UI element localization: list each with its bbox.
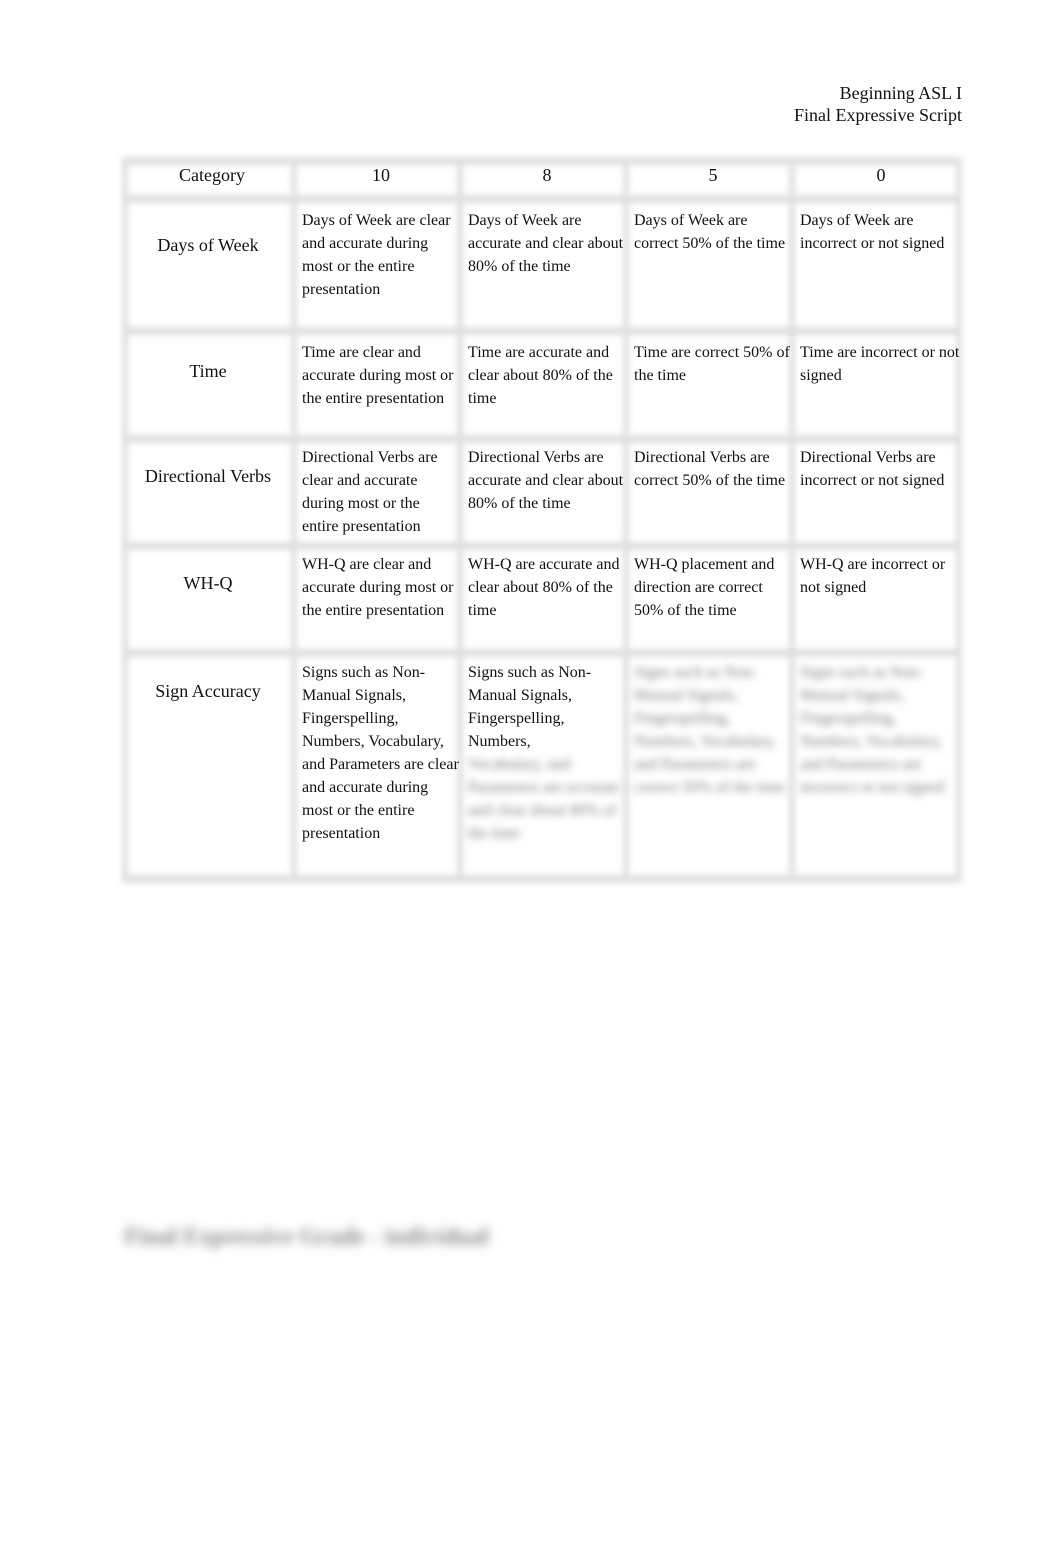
criteria-cell: Time are correct 50% of the time	[634, 344, 790, 384]
criteria-cell-obscured: Signs such as Non-Manual Signals, Finger…	[792, 657, 962, 885]
obscured-text: Signs such as Non-Manual Signals, Finger…	[800, 664, 945, 796]
criteria-cell: Days of Week are clear and accurate duri…	[302, 212, 451, 298]
criteria-cell: Days of Week are accurate and clear abou…	[468, 212, 624, 275]
criteria-cell: Directional Verbs are accurate and clear…	[468, 449, 624, 512]
column-header: Category	[179, 165, 245, 185]
category-cell: WH-Q	[183, 573, 233, 593]
table-row: WH-Q WH-Q are clear and accurate during …	[122, 549, 962, 657]
table-row: Sign Accuracy Signs such as Non-Manual S…	[122, 657, 962, 885]
column-header: 0	[876, 165, 886, 185]
criteria-cell: Days of Week are incorrect or not signed	[800, 212, 945, 252]
criteria-cell: Time are clear and accurate during most …	[302, 344, 454, 407]
category-cell: Sign Accuracy	[155, 681, 261, 701]
category-cell: Directional Verbs	[144, 466, 272, 486]
criteria-cell: Time are accurate and clear about 80% of…	[468, 344, 613, 407]
criteria-cell-partially-obscured: Signs such as Non-Manual Signals, Finger…	[460, 657, 626, 885]
criteria-cell: Directional Verbs are incorrect or not s…	[800, 449, 945, 489]
table-header-row: Category 10 8 5 0	[122, 157, 962, 204]
table-row: Time Time are clear and accurate during …	[122, 337, 962, 442]
column-header: 5	[708, 165, 718, 185]
obscured-text: Vocabulary, and Parameters are accurate …	[468, 756, 620, 842]
assignment-title: Final Expressive Script	[794, 105, 962, 125]
criteria-cell: WH-Q are accurate and clear about 80% of…	[468, 556, 620, 619]
criteria-cell: Directional Verbs are correct 50% of the…	[634, 449, 786, 489]
criteria-cell-obscured: Signs such as Non-Manual Signals, Finger…	[626, 657, 792, 885]
column-header: 10	[372, 165, 390, 185]
table-row: Days of Week Days of Week are clear and …	[122, 204, 962, 337]
category-cell: Days of Week	[157, 235, 259, 255]
criteria-cell: Directional Verbs are clear and accurate…	[302, 449, 438, 535]
criteria-cell: Signs such as Non-Manual Signals, Finger…	[302, 664, 459, 842]
criteria-cell: WH-Q are clear and accurate during most …	[302, 556, 454, 619]
rubric-table: Category 10 8 5 0 Days of Week Days of W…	[122, 157, 962, 885]
criteria-cell: WH-Q placement and direction are correct…	[634, 556, 775, 619]
column-header: 8	[542, 165, 552, 185]
obscured-section-heading: Final Expressive Grade - individual	[124, 1224, 489, 1250]
obscured-text: Signs such as Non-Manual Signals, Finger…	[634, 664, 786, 796]
document-header: Beginning ASL I Final Expressive Script	[794, 82, 962, 126]
category-cell: Time	[189, 361, 227, 381]
criteria-visible-text: Signs such as Non-Manual Signals, Finger…	[468, 664, 592, 750]
table-row: Directional Verbs Directional Verbs are …	[122, 442, 962, 549]
criteria-cell: Days of Week are correct 50% of the time	[634, 212, 786, 252]
criteria-cell: WH-Q are incorrect or not signed	[800, 556, 946, 596]
criteria-cell: Time are incorrect or not signed	[800, 344, 960, 384]
rubric-table-container: Category 10 8 5 0 Days of Week Days of W…	[122, 157, 962, 883]
course-title: Beginning ASL I	[839, 83, 962, 103]
